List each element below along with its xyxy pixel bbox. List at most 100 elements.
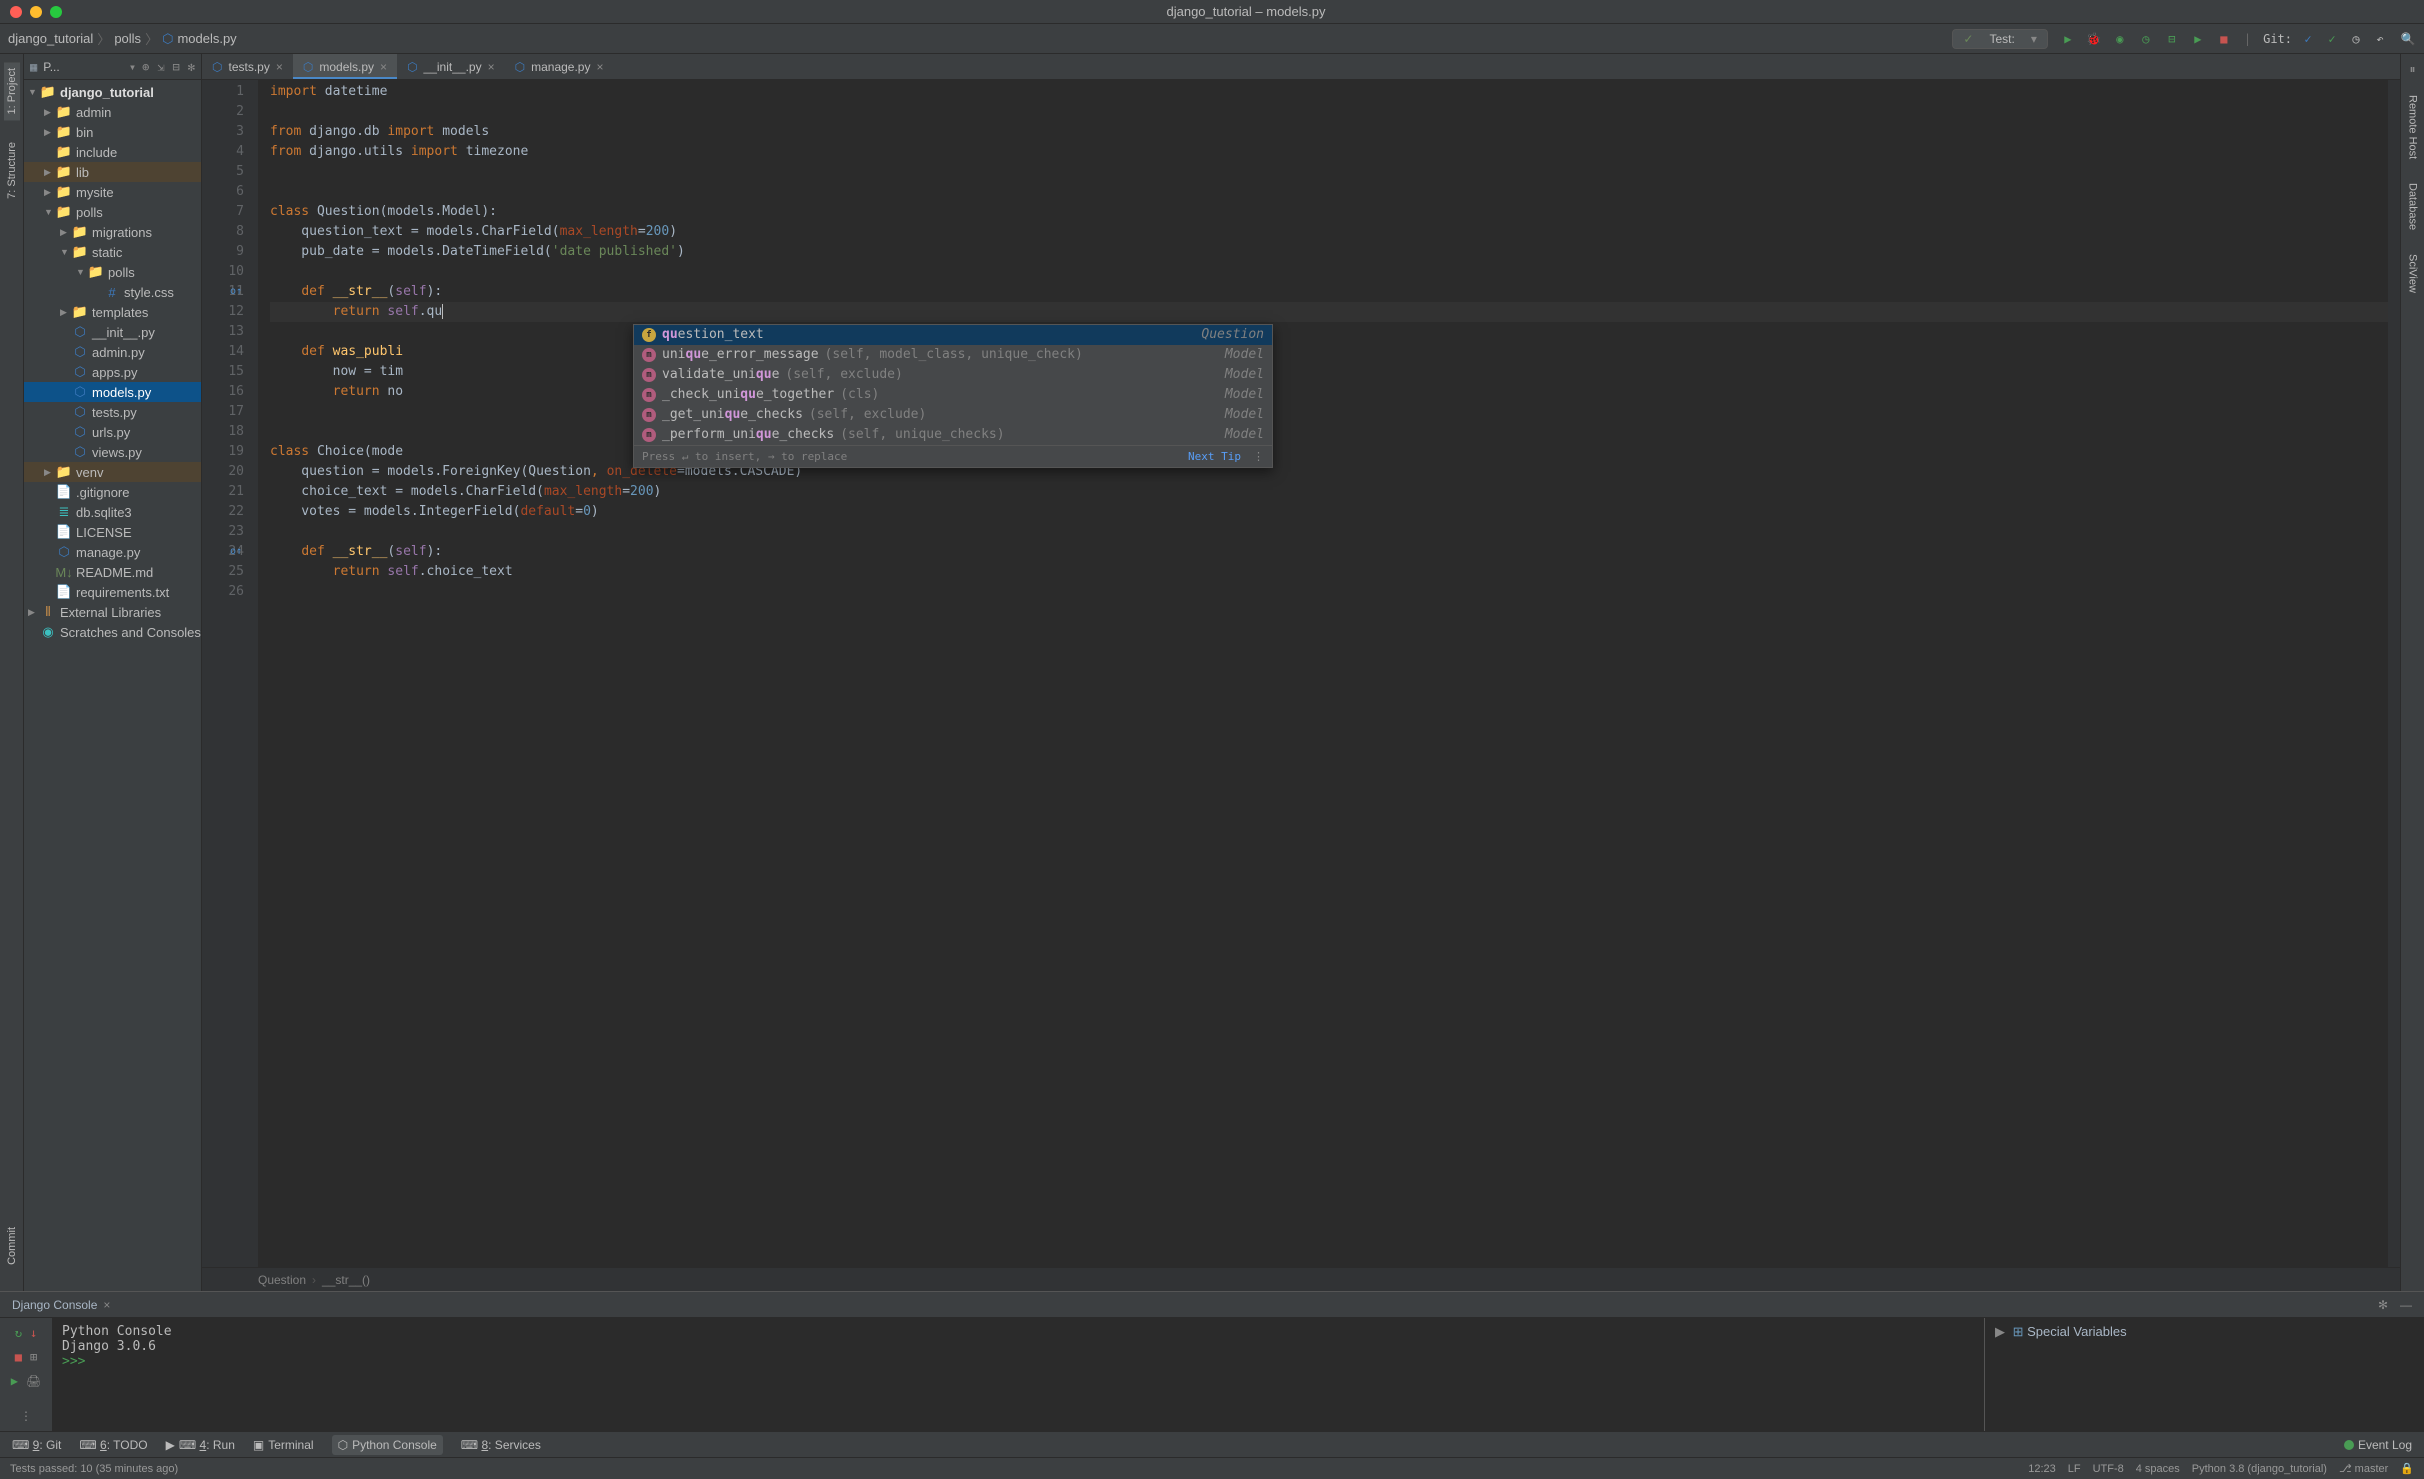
tool-window-button[interactable]: ⌨ 9: Git [12, 1438, 61, 1452]
git-update-button[interactable]: ✓ [2300, 31, 2316, 47]
tree-row[interactable]: ▼📁django_tutorial [24, 82, 201, 102]
coverage-button[interactable]: ◉ [2112, 31, 2128, 47]
tree-row[interactable]: ▶📁admin [24, 102, 201, 122]
minimize-window-button[interactable] [30, 6, 42, 18]
database-tool-tab[interactable]: Database [2405, 177, 2421, 236]
tree-row[interactable]: ▶📁venv [24, 462, 201, 482]
autocomplete-item[interactable]: mvalidate_unique(self, exclude)Model [634, 365, 1272, 385]
stop-button[interactable]: ↓ [30, 1326, 37, 1340]
stop-button[interactable]: ■ [2216, 31, 2232, 47]
lock-icon[interactable]: 🔒 [2400, 1462, 2414, 1475]
tree-row[interactable]: 📄requirements.txt [24, 582, 201, 602]
editor-tab[interactable]: ⬡__init__.py× [397, 54, 505, 79]
git-history-button[interactable]: ◷ [2348, 31, 2364, 47]
encoding[interactable]: UTF-8 [2093, 1463, 2124, 1475]
console-variables[interactable]: ▶ ⊞ Special Variables [1984, 1318, 2424, 1431]
tree-row[interactable]: ▼📁static [24, 242, 201, 262]
autocomplete-item[interactable]: munique_error_message(self, model_class,… [634, 345, 1272, 365]
console-history-icon[interactable]: 🖨 [26, 1374, 41, 1388]
breadcrumb-item[interactable]: django_tutorial [8, 31, 93, 46]
project-tool-tab[interactable]: 1: Project [4, 62, 20, 120]
autocomplete-popup[interactable]: fquestion_textQuestionmunique_error_mess… [633, 324, 1273, 468]
indent[interactable]: 4 spaces [2136, 1463, 2180, 1475]
gear-icon[interactable]: ✻ [2378, 1298, 2388, 1312]
chevron-down-icon[interactable]: ▾ [129, 60, 136, 74]
pause-icon[interactable]: ⏸ [2409, 62, 2415, 77]
tool-window-button[interactable]: ⌨ 6: TODO [79, 1438, 147, 1452]
tree-row[interactable]: ▶📁mysite [24, 182, 201, 202]
code-editor[interactable]: 1234567891011o↑1213141516171819202122232… [202, 80, 2400, 1267]
project-tree[interactable]: ▼📁django_tutorial▶📁admin▶📁bin📁include▶📁l… [24, 80, 201, 1291]
concurrency-button[interactable]: ⊟ [2164, 31, 2180, 47]
editor-tab[interactable]: ⬡models.py× [293, 54, 397, 79]
tree-row[interactable]: ⬡apps.py [24, 362, 201, 382]
editor-breadcrumbs[interactable]: Question › __str__() [202, 1267, 2400, 1291]
tool-window-button[interactable]: ▶ ⌨ 4: Run [166, 1438, 235, 1452]
tree-row[interactable]: ▶📁migrations [24, 222, 201, 242]
autocomplete-item[interactable]: fquestion_textQuestion [634, 325, 1272, 345]
tree-row[interactable]: ▶📁bin [24, 122, 201, 142]
close-icon[interactable]: × [276, 60, 283, 74]
marker-stripe[interactable] [2388, 80, 2400, 1267]
tree-row[interactable]: ⬡admin.py [24, 342, 201, 362]
editor-tab[interactable]: ⬡manage.py× [505, 54, 614, 79]
tool-window-button[interactable]: ⬡ Python Console [332, 1435, 443, 1455]
more-icon[interactable]: ⋮ [20, 1409, 32, 1423]
breadcrumb-item[interactable]: models.py [177, 31, 236, 46]
collapse-all-button[interactable]: ⊟ [173, 60, 180, 74]
search-everywhere-button[interactable]: 🔍 [2400, 31, 2416, 47]
console-output[interactable]: Python Console Django 3.0.6 >>> [52, 1318, 1984, 1431]
tree-row[interactable]: ▶📁templates [24, 302, 201, 322]
tree-row[interactable]: ⬡__init__.py [24, 322, 201, 342]
editor-gutter[interactable]: 1234567891011o↑1213141516171819202122232… [202, 80, 258, 1267]
commit-tool-tab[interactable]: Commit [4, 1221, 20, 1271]
expand-all-button[interactable]: ⇲ [157, 60, 164, 74]
tree-row[interactable]: 📄.gitignore [24, 482, 201, 502]
line-separator[interactable]: LF [2068, 1463, 2081, 1475]
close-icon[interactable]: × [103, 1298, 110, 1312]
editor-tab[interactable]: ⬡tests.py× [202, 54, 293, 79]
tree-row[interactable]: ▼📁polls [24, 202, 201, 222]
breadcrumb[interactable]: django_tutorial 〉 polls 〉 ⬡ models.py [8, 29, 237, 48]
select-opened-file-button[interactable]: ⊕ [142, 60, 149, 74]
tree-row[interactable]: ⬡urls.py [24, 422, 201, 442]
breadcrumb-item[interactable]: polls [114, 31, 141, 46]
run-anything-button[interactable]: ▶ [2190, 31, 2206, 47]
more-icon[interactable]: ⋮ [1253, 447, 1264, 467]
run-button[interactable]: ▶ [2060, 31, 2076, 47]
interpreter[interactable]: Python 3.8 (django_tutorial) [2192, 1463, 2327, 1475]
tree-row[interactable]: ▶⫴External Libraries [24, 602, 201, 622]
gear-icon[interactable]: ✻ [188, 60, 195, 74]
tree-row[interactable]: M↓README.md [24, 562, 201, 582]
execute-button[interactable]: ▶ [11, 1374, 18, 1388]
ac-next-tip[interactable]: Next Tip [1188, 447, 1241, 467]
project-header-label[interactable]: P... [43, 60, 123, 74]
git-commit-button[interactable]: ✓ [2324, 31, 2340, 47]
tree-row[interactable]: ▼📁polls [24, 262, 201, 282]
tree-row[interactable]: ▶📁lib [24, 162, 201, 182]
autocomplete-item[interactable]: m_check_unique_together(cls)Model [634, 385, 1272, 405]
sciview-tool-tab[interactable]: SciView [2405, 248, 2421, 299]
structure-tool-tab[interactable]: 7: Structure [4, 136, 20, 205]
tree-row[interactable]: ⬡views.py [24, 442, 201, 462]
close-icon[interactable]: × [596, 60, 603, 74]
close-icon[interactable]: × [488, 60, 495, 74]
tool-window-button[interactable]: ▣ Terminal [253, 1438, 314, 1452]
debug-button[interactable]: 🐞 [2086, 31, 2102, 47]
tree-row[interactable]: ◉Scratches and Consoles [24, 622, 201, 642]
rerun-button[interactable]: ↻ [15, 1326, 22, 1340]
hide-icon[interactable]: — [2400, 1298, 2412, 1312]
git-rollback-button[interactable]: ↶ [2372, 31, 2388, 47]
close-icon[interactable]: × [380, 60, 387, 74]
close-window-button[interactable] [10, 6, 22, 18]
tool-window-button[interactable]: ⌨ 8: Services [461, 1438, 541, 1452]
tree-row[interactable]: #style.css [24, 282, 201, 302]
caret-position[interactable]: 12:23 [2028, 1463, 2056, 1475]
autocomplete-item[interactable]: m_get_unique_checks(self, exclude)Model [634, 405, 1272, 425]
tree-row[interactable]: ⬡tests.py [24, 402, 201, 422]
console-settings-icon[interactable]: ⊞ [30, 1350, 37, 1364]
tree-row[interactable]: ⬡manage.py [24, 542, 201, 562]
tree-row[interactable]: 📄LICENSE [24, 522, 201, 542]
console-tab[interactable]: Django Console [12, 1298, 97, 1312]
autocomplete-item[interactable]: m_perform_unique_checks(self, unique_che… [634, 425, 1272, 445]
